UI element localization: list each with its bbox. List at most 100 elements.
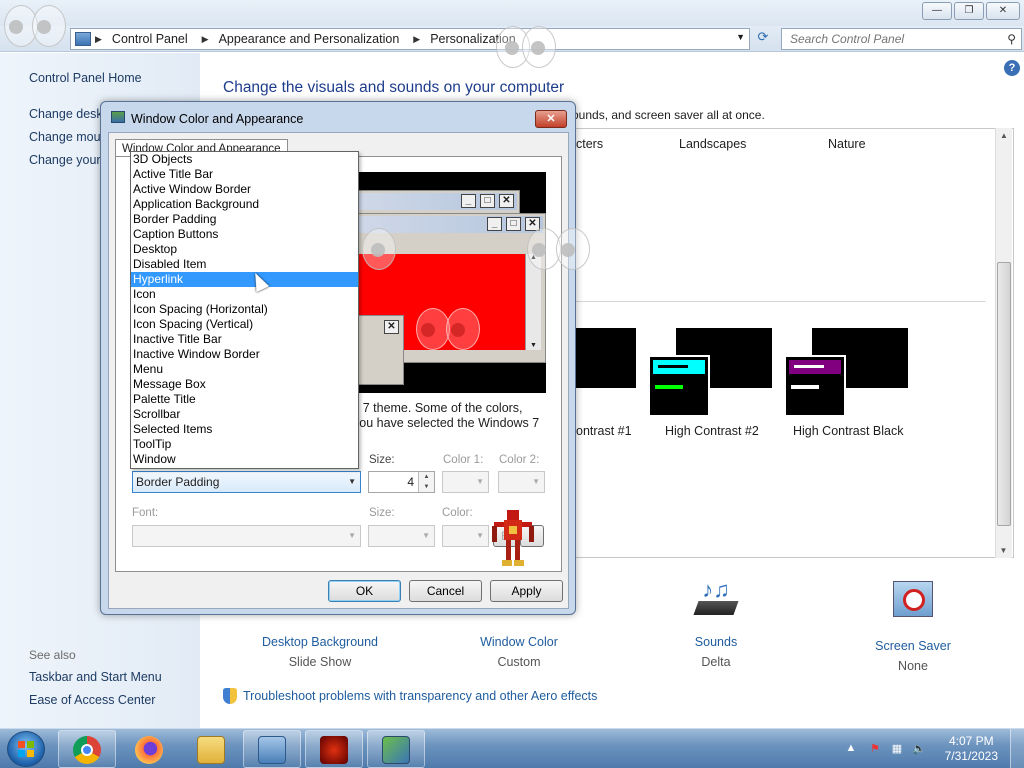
dropdown-option[interactable]: Palette Title — [131, 392, 358, 407]
item-dropdown-list[interactable]: 3D Objects Active Title Bar Active Window … — [130, 151, 359, 469]
dropdown-option[interactable]: Icon Spacing (Horizontal) — [131, 302, 358, 317]
troubleshoot-link[interactable]: Troubleshoot problems with transparency … — [243, 689, 597, 703]
dropdown-option[interactable]: Active Title Bar — [131, 167, 358, 182]
preview-minimize: _ — [461, 194, 476, 208]
dialog-close-button[interactable]: ✕ — [535, 110, 567, 128]
network-icon[interactable]: ▦ — [890, 742, 904, 756]
change-account-picture-link[interactable]: Change your — [29, 153, 101, 167]
dropdown-option[interactable]: Disabled Item — [131, 257, 358, 272]
file-explorer-icon — [197, 736, 225, 764]
show-desktop-button[interactable] — [1010, 729, 1024, 768]
taskbar-control-panel[interactable] — [243, 730, 301, 768]
windows-logo-icon — [18, 750, 25, 757]
breadcrumb-appearance[interactable]: Appearance and Personalization — [219, 32, 400, 46]
refresh-icon[interactable]: ⟳ — [752, 29, 774, 49]
spin-up-icon[interactable]: ▲ — [419, 472, 434, 482]
volume-muted-icon[interactable]: 🔈 — [912, 742, 926, 756]
dropdown-option[interactable]: Border Padding — [131, 212, 358, 227]
ease-of-access-link[interactable]: Ease of Access Center — [29, 693, 155, 707]
dropdown-option[interactable]: Inactive Window Border — [131, 347, 358, 362]
dropdown-option[interactable]: Hyperlink — [131, 272, 358, 287]
window-color-link[interactable]: Window Color — [444, 635, 594, 649]
breadcrumb-control-panel[interactable]: Control Panel — [112, 32, 188, 46]
theme-label-hc-black[interactable]: High Contrast Black — [793, 424, 903, 438]
clock-time: 4:07 PM — [948, 734, 994, 748]
theme-scrollbar[interactable]: ▲ ▼ — [995, 128, 1012, 558]
start-button[interactable] — [7, 731, 45, 767]
dropdown-option[interactable]: Window — [131, 452, 358, 467]
address-field[interactable]: ▶ Control Panel ▶ Appearance and Persona… — [70, 28, 750, 50]
dropdown-option[interactable]: Selected Items — [131, 422, 358, 437]
dropdown-option[interactable]: Desktop — [131, 242, 358, 257]
action-center-flag-icon[interactable]: ⚑ — [868, 742, 882, 756]
windows-logo-icon — [27, 741, 34, 748]
dropdown-option[interactable]: Caption Buttons — [131, 227, 358, 242]
dropdown-option[interactable]: Scrollbar — [131, 407, 358, 422]
dropdown-option[interactable]: 3D Objects — [131, 152, 358, 167]
ok-button[interactable]: OK — [328, 580, 401, 602]
maximize-button[interactable]: ❐ — [954, 2, 984, 20]
desktop-background-value: Slide Show — [288, 655, 352, 669]
page-title: Change the visuals and sounds on your co… — [223, 79, 565, 96]
font-size-select[interactable]: ▼ — [368, 525, 435, 547]
tray-expand-icon[interactable]: ▲ — [844, 742, 858, 756]
sounds-link[interactable]: Sounds — [641, 635, 791, 649]
chevron-right-icon[interactable]: ▶ — [95, 34, 102, 45]
dropdown-option[interactable]: Icon — [131, 287, 358, 302]
color1-select[interactable]: ▼ — [442, 471, 489, 493]
theme-label-nature[interactable]: Nature — [828, 137, 866, 151]
font-color-select[interactable]: ▼ — [442, 525, 489, 547]
theme-label-hc1[interactable]: ontrast #1 — [576, 424, 632, 438]
dropdown-option[interactable]: Inactive Title Bar — [131, 332, 358, 347]
troubleshoot-row[interactable]: Troubleshoot problems with transparency … — [223, 688, 597, 704]
dropdown-option[interactable]: ToolTip — [131, 437, 358, 452]
taskbar-personalization[interactable] — [367, 730, 425, 768]
screen-saver-value: None — [898, 659, 928, 673]
change-desktop-icons-link[interactable]: Change deskt — [29, 107, 106, 121]
dropdown-option[interactable]: Active Window Border — [131, 182, 358, 197]
chevron-right-icon[interactable]: ▶ — [202, 34, 209, 45]
chevron-down-icon: ▼ — [476, 477, 484, 486]
search-box[interactable]: ⚲ — [781, 28, 1022, 50]
search-input[interactable] — [782, 29, 992, 49]
apply-button[interactable]: Apply — [490, 580, 563, 602]
sounds-item[interactable]: ♪♫ Sounds Delta — [641, 577, 791, 669]
chevron-right-icon[interactable]: ▶ — [413, 34, 420, 45]
taskbar-start-menu-link[interactable]: Taskbar and Start Menu — [29, 670, 162, 684]
theme-label-characters[interactable]: cters — [576, 137, 603, 151]
help-icon[interactable]: ? — [1004, 60, 1020, 76]
font-select[interactable]: ▼ — [132, 525, 361, 547]
clock[interactable]: 4:07 PM 7/31/2023 — [945, 734, 998, 764]
control-panel-home-link[interactable]: Control Panel Home — [29, 71, 142, 85]
taskbar-chrome[interactable] — [58, 730, 116, 768]
dropdown-option[interactable]: Menu — [131, 362, 358, 377]
screen-saver-link[interactable]: Screen Saver — [838, 639, 988, 653]
screen-saver-item[interactable]: Screen Saver None — [838, 577, 988, 673]
color2-select[interactable]: ▼ — [498, 471, 545, 493]
cancel-button[interactable]: Cancel — [409, 580, 482, 602]
spin-down-icon[interactable]: ▼ — [419, 482, 434, 492]
taskbar-explorer[interactable] — [182, 730, 240, 768]
dropdown-option[interactable]: Application Background — [131, 197, 358, 212]
taskbar-game[interactable] — [305, 730, 363, 768]
scroll-down-arrow[interactable]: ▼ — [996, 546, 1011, 555]
color2-label: Color 2: — [499, 454, 540, 466]
taskbar-firefox[interactable] — [120, 730, 178, 768]
scroll-up-arrow[interactable]: ▲ — [996, 131, 1012, 140]
scroll-thumb[interactable] — [997, 262, 1011, 526]
chevron-down-icon[interactable]: ▼ — [348, 472, 356, 492]
item-select[interactable]: Border Padding ▼ — [132, 471, 361, 493]
close-window-button[interactable]: ✕ — [986, 2, 1020, 20]
theme-label-hc2[interactable]: High Contrast #2 — [665, 424, 759, 438]
change-mouse-pointers-link[interactable]: Change mous — [29, 130, 107, 144]
dropdown-option[interactable]: Icon Spacing (Vertical) — [131, 317, 358, 332]
hc1-thumbnail[interactable] — [576, 328, 636, 388]
font-size-label: Size: — [369, 507, 395, 519]
chevron-down-icon[interactable]: ▼ — [736, 32, 745, 42]
size-spinner[interactable]: 4 ▲ ▼ — [368, 471, 435, 493]
desktop-background-link[interactable]: Desktop Background — [245, 635, 395, 649]
minimize-button[interactable]: — — [922, 2, 952, 20]
theme-label-landscapes[interactable]: Landscapes — [679, 137, 746, 151]
search-icon[interactable]: ⚲ — [1007, 32, 1016, 46]
dropdown-option[interactable]: Message Box — [131, 377, 358, 392]
